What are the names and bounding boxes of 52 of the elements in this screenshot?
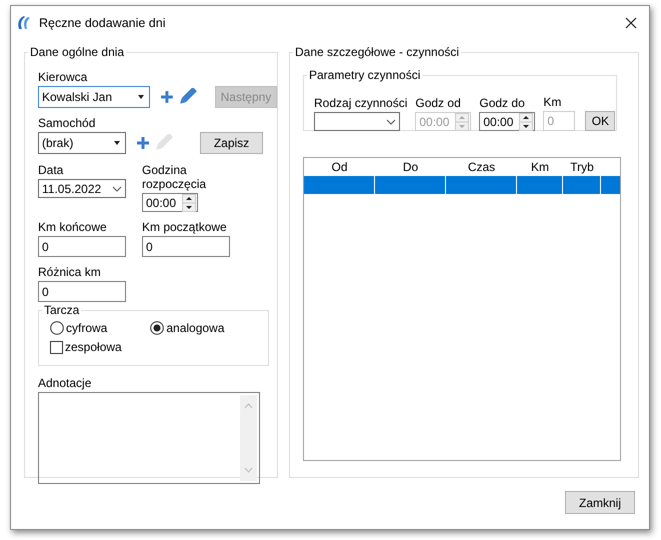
input-field[interactable]: 0: [142, 236, 230, 257]
option-label: cyfrowa: [66, 321, 108, 335]
field-label: Godzina rozpoczęcia: [142, 163, 208, 191]
group-title: Dane ogólne dnia: [28, 45, 126, 59]
pencil-icon[interactable]: [180, 88, 198, 106]
field-label: Godz od: [415, 96, 462, 110]
caret-icon[interactable]: [112, 140, 122, 146]
checkbox-label: zespołowa: [65, 340, 122, 354]
column-header[interactable]: Do: [375, 158, 446, 176]
field-label: Godz do: [479, 96, 526, 110]
radio-button[interactable]: [150, 321, 164, 335]
column-header[interactable]: Od: [304, 158, 375, 176]
field-label: Data: [38, 163, 64, 177]
save-button[interactable]: Zapisz: [200, 132, 263, 154]
group-title: Parametry czynności: [307, 68, 422, 82]
field-label: Km końcowe: [38, 220, 108, 234]
field-label: Rodzaj czynności: [314, 96, 408, 110]
group-title: Dane szczegółowe - czynności: [293, 45, 462, 59]
option-label: analogowa: [166, 321, 224, 335]
column-header[interactable]: Tryb: [563, 158, 601, 176]
chevron-icon[interactable]: [386, 118, 396, 124]
checkbox[interactable]: [50, 340, 63, 354]
chevron-icon[interactable]: [112, 186, 122, 192]
close-icon[interactable]: [625, 17, 637, 29]
add-icon[interactable]: [160, 90, 174, 104]
ok-button[interactable]: OK: [585, 111, 616, 131]
field-label: Km: [543, 95, 562, 109]
notes-field[interactable]: [38, 392, 260, 484]
spin-buttons[interactable]: [519, 112, 534, 130]
radio-button[interactable]: [50, 321, 64, 335]
input-field[interactable]: 0: [38, 236, 126, 257]
dropdown[interactable]: [314, 112, 400, 131]
caret-icon[interactable]: [136, 94, 146, 100]
field-label: Różnica km: [38, 265, 102, 279]
group-title: Tarcza: [42, 303, 82, 317]
input-field[interactable]: 00:00: [142, 193, 198, 212]
field-label: Samochód: [38, 116, 96, 130]
dropdown[interactable]: (brak): [38, 132, 126, 154]
spin-buttons[interactable]: [182, 194, 196, 212]
field-label: Kierowca: [38, 70, 88, 84]
close-button[interactable]: Zamknij: [565, 491, 635, 514]
input-field[interactable]: 0: [38, 281, 126, 302]
window-title: Ręczne dodawanie dni: [39, 16, 166, 30]
app-logo-icon: [18, 16, 30, 29]
add-icon[interactable]: [136, 136, 150, 150]
column-header[interactable]: Czas: [446, 158, 517, 176]
column-header[interactable]: Km: [517, 158, 563, 176]
field-label: Adnotacje: [38, 376, 92, 390]
dropdown[interactable]: Kowalski Jan: [38, 86, 150, 108]
field-label: Km początkowe: [142, 220, 228, 234]
input-field[interactable]: 00:00: [479, 112, 536, 131]
date-picker[interactable]: 11.05.2022: [38, 179, 126, 198]
